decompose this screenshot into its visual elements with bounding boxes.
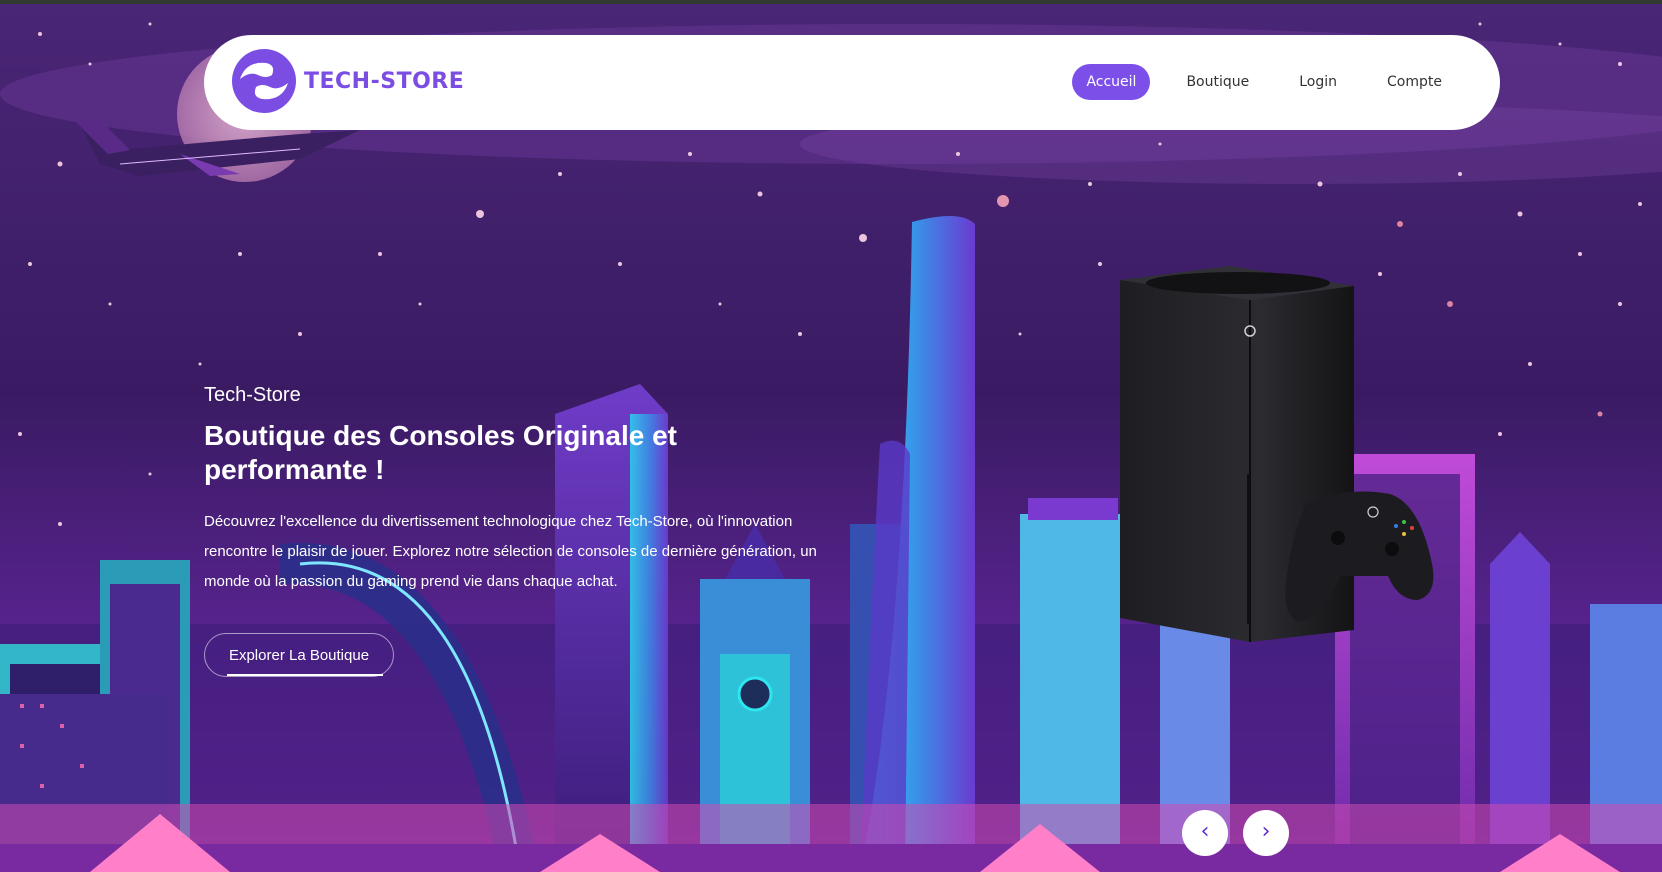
brand-logo[interactable]: TECH-STORE [232, 49, 464, 113]
hero-content: Tech-Store Boutique des Consoles Origina… [204, 384, 844, 597]
nav-compte[interactable]: Compte [1373, 64, 1456, 100]
hero-description: Découvrez l'excellence du divertissement… [204, 513, 817, 590]
tech-store-logo-icon [232, 49, 296, 113]
nav-boutique[interactable]: Boutique [1172, 64, 1263, 100]
navbar: TECH-STORE Accueil Boutique Login Compte [204, 35, 1500, 130]
carousel-prev-button[interactable]: ‹ [1182, 810, 1228, 856]
cta-underline [227, 674, 383, 676]
chevron-left-icon: ‹ [1200, 819, 1210, 844]
carousel-next-button[interactable]: › [1243, 810, 1289, 856]
main-menu: Accueil Boutique Login Compte [1050, 64, 1456, 100]
chevron-right-icon: › [1261, 819, 1271, 844]
hero-eyebrow: Tech-Store [204, 384, 301, 406]
brand-name: TECH-STORE [304, 68, 465, 94]
hero-title: Boutique des Consoles Originale et perfo… [204, 420, 677, 485]
nav-login[interactable]: Login [1285, 64, 1351, 100]
nav-accueil[interactable]: Accueil [1072, 64, 1151, 100]
explore-shop-button[interactable]: Explorer La Boutique [204, 633, 394, 677]
explore-shop-label: Explorer La Boutique [228, 647, 370, 664]
